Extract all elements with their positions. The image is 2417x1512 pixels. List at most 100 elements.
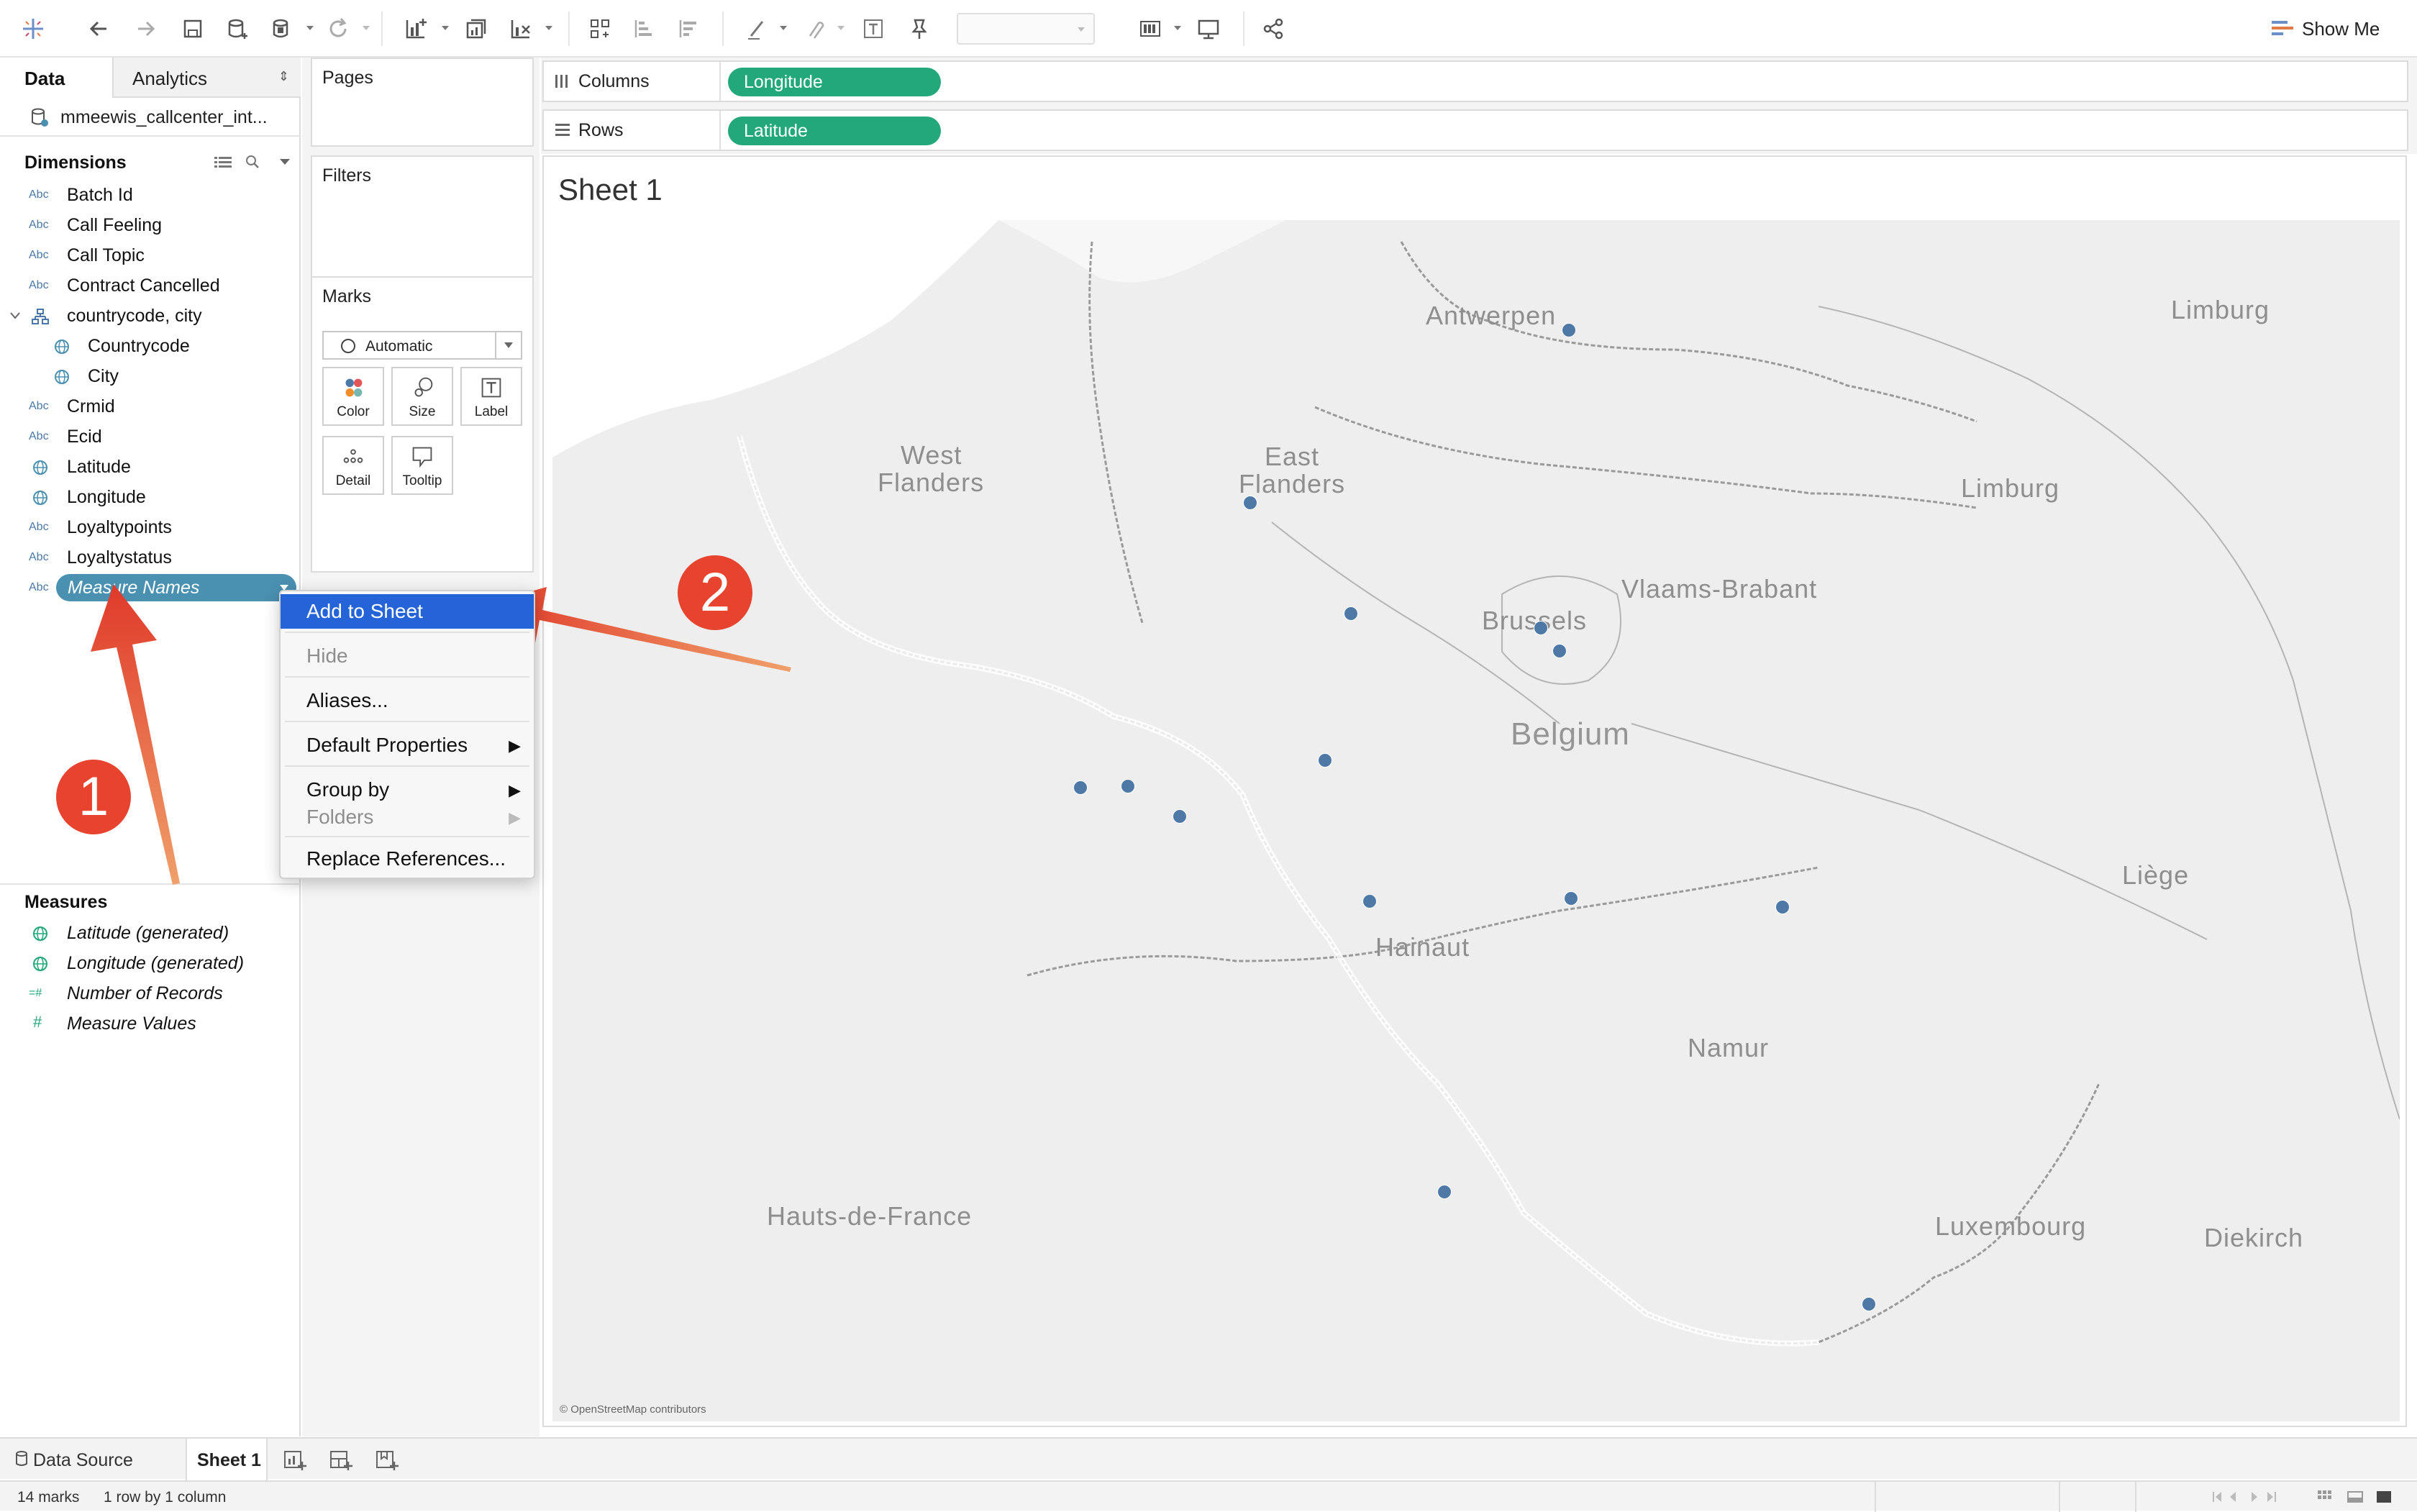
map-mark[interactable] — [1243, 496, 1257, 510]
map-mark[interactable] — [1344, 606, 1358, 621]
pages-card[interactable]: Pages — [311, 58, 534, 147]
collapse-chevron-icon[interactable] — [10, 312, 20, 319]
field-latitude[interactable]: Latitude — [0, 452, 301, 482]
filmstrip-view-icon[interactable] — [2347, 1489, 2364, 1505]
field-longitude-generated[interactable]: Longitude (generated) — [0, 948, 301, 978]
menu-item-aliases[interactable]: Aliases... — [281, 683, 534, 718]
menu-item-default-properties[interactable]: Default Properties ▶ — [281, 728, 534, 762]
map-mark[interactable] — [1318, 753, 1332, 768]
presentation-icon[interactable] — [1193, 13, 1224, 45]
marks-card: Marks Automatic Color Size Label Detail … — [311, 276, 534, 573]
pause-updates-icon[interactable] — [266, 13, 298, 45]
map-view[interactable]: Antwerpen Limburg West Flanders East Fla… — [552, 220, 2400, 1421]
chevron-down-icon[interactable] — [1173, 24, 1183, 32]
save-icon[interactable] — [177, 13, 209, 45]
sheet-navigation-icons[interactable] — [2211, 1490, 2283, 1503]
chevron-down-icon[interactable] — [305, 24, 315, 32]
map-mark[interactable] — [1073, 780, 1088, 795]
grid-view-icon[interactable] — [2316, 1489, 2334, 1505]
show-labels-icon[interactable] — [857, 13, 889, 45]
toolbar-divider — [1243, 12, 1244, 46]
field-countrycode-city-hierarchy[interactable]: countrycode, city — [0, 301, 301, 331]
new-datasource-icon[interactable] — [222, 13, 253, 45]
show-cards-icon[interactable] — [1135, 13, 1167, 45]
mark-type-dropdown[interactable]: Automatic — [322, 331, 522, 360]
tabs-view-icon[interactable] — [2375, 1489, 2393, 1505]
duplicate-icon[interactable] — [460, 13, 492, 45]
map-mark[interactable] — [1564, 891, 1578, 906]
fit-dropdown[interactable] — [957, 13, 1095, 45]
size-button[interactable]: Size — [391, 367, 453, 426]
field-measure-values[interactable]: # Measure Values — [0, 1008, 301, 1039]
tab-data-source[interactable]: Data Source — [0, 1439, 183, 1480]
tableau-logo-icon[interactable] — [17, 13, 49, 45]
sort-ascending-icon[interactable] — [629, 13, 660, 45]
map-mark[interactable] — [1562, 323, 1576, 337]
field-label: Countrycode — [88, 336, 190, 356]
tab-sheet-1[interactable]: Sheet 1 — [186, 1439, 268, 1480]
label-button[interactable]: Label — [460, 367, 522, 426]
tab-analytics[interactable]: Analytics ⇕ — [112, 58, 301, 98]
field-batch-id[interactable]: Abc Batch Id — [0, 180, 301, 210]
new-worksheet-icon[interactable] — [400, 13, 432, 45]
map-mark[interactable] — [1862, 1297, 1876, 1311]
chevron-down-icon[interactable] — [544, 24, 554, 32]
field-contract-cancelled[interactable]: Abc Contract Cancelled — [0, 270, 301, 301]
map-label-diekirch: Diekirch — [2204, 1223, 2304, 1252]
refresh-icon[interactable] — [322, 13, 354, 45]
share-icon[interactable] — [1257, 13, 1289, 45]
swap-axes-icon[interactable] — [584, 13, 616, 45]
detail-button[interactable]: Detail — [322, 436, 384, 495]
group-members-icon[interactable] — [798, 13, 830, 45]
view-list-icon[interactable] — [214, 155, 232, 170]
sheet-title[interactable]: Sheet 1 — [558, 173, 663, 207]
redo-icon[interactable] — [129, 13, 161, 45]
field-measure-names-selected[interactable]: Measure Names — [56, 574, 296, 601]
clear-sheet-icon[interactable] — [505, 13, 537, 45]
chevron-down-icon[interactable] — [361, 24, 371, 32]
latitude-pill[interactable]: Latitude — [728, 117, 941, 145]
field-call-feeling[interactable]: Abc Call Feeling — [0, 210, 301, 240]
color-button[interactable]: Color — [322, 367, 384, 426]
chevron-down-icon[interactable] — [279, 158, 291, 165]
field-loyaltystatus[interactable]: Abc Loyaltystatus — [0, 542, 301, 573]
longitude-pill[interactable]: Longitude — [728, 68, 941, 96]
map-mark[interactable] — [1775, 900, 1790, 914]
fix-axes-icon[interactable] — [903, 13, 935, 45]
search-icon[interactable] — [245, 154, 260, 170]
field-number-of-records[interactable]: =# Number of Records — [0, 978, 301, 1008]
chevron-down-icon[interactable] — [778, 24, 788, 32]
datasource-item[interactable]: mmeewis_callcenter_int... — [0, 98, 301, 137]
map-mark[interactable] — [1362, 894, 1377, 908]
columns-shelf[interactable]: Columns Longitude — [542, 60, 2408, 102]
sort-descending-icon[interactable] — [673, 13, 705, 45]
rows-shelf[interactable]: Rows Latitude — [542, 109, 2408, 151]
highlight-icon[interactable] — [741, 13, 773, 45]
field-loyaltypoints[interactable]: Abc Loyaltypoints — [0, 512, 301, 542]
tab-data[interactable]: Data — [0, 58, 112, 98]
field-countrycode[interactable]: Countrycode — [0, 331, 301, 361]
field-longitude[interactable]: Longitude — [0, 482, 301, 512]
field-ecid[interactable]: Abc Ecid — [0, 422, 301, 452]
field-crmid[interactable]: Abc Crmid — [0, 391, 301, 422]
chevron-down-icon[interactable] — [440, 24, 450, 32]
tooltip-button[interactable]: Tooltip — [391, 436, 453, 495]
map-mark[interactable] — [1121, 779, 1135, 793]
map-mark[interactable] — [1437, 1185, 1452, 1199]
mark-type-label: Automatic — [365, 338, 433, 355]
map-mark[interactable] — [1534, 621, 1548, 635]
new-story-icon[interactable] — [371, 1446, 401, 1475]
undo-icon[interactable] — [83, 13, 115, 45]
map-mark[interactable] — [1552, 644, 1567, 658]
show-me-button[interactable]: Show Me — [2270, 13, 2400, 45]
chevron-down-icon[interactable] — [836, 24, 846, 32]
map-mark[interactable] — [1173, 809, 1187, 824]
menu-item-add-to-sheet[interactable]: Add to Sheet — [281, 594, 534, 629]
map-attribution[interactable]: © OpenStreetMap contributors — [560, 1403, 706, 1416]
field-call-topic[interactable]: Abc Call Topic — [0, 240, 301, 270]
new-worksheet-icon[interactable] — [279, 1446, 309, 1475]
menu-item-replace-references[interactable]: Replace References... — [281, 842, 534, 876]
new-dashboard-icon[interactable] — [325, 1446, 355, 1475]
field-city[interactable]: City — [0, 361, 301, 391]
field-latitude-generated[interactable]: Latitude (generated) — [0, 918, 301, 948]
